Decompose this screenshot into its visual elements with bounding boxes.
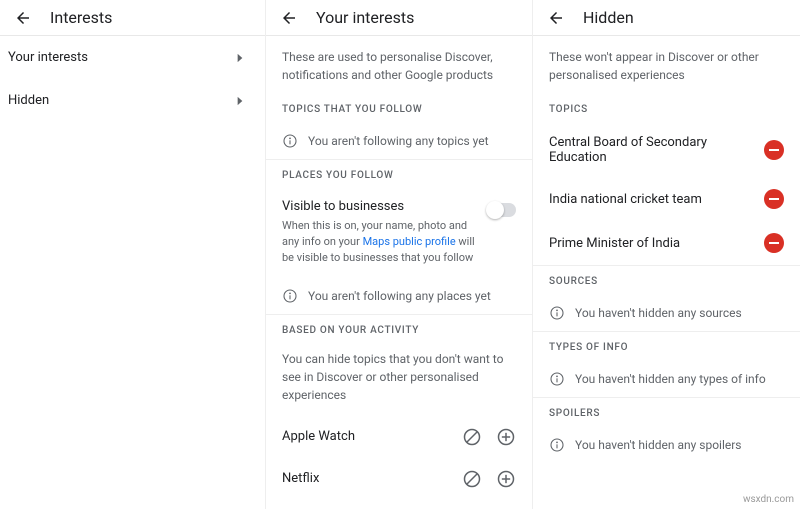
- topics-empty-row: You aren't following any topics yet: [266, 123, 532, 159]
- panel-your-interests: Your interests These are used to persona…: [266, 0, 533, 509]
- intro-text: These won't appear in Discover or other …: [533, 36, 800, 94]
- page-title: Your interests: [316, 8, 414, 27]
- nav-hidden[interactable]: Hidden: [0, 79, 265, 122]
- nav-list: Your interests Hidden: [0, 36, 265, 122]
- places-empty-row: You aren't following any places yet: [266, 278, 532, 314]
- remove-icon[interactable]: [764, 140, 784, 160]
- info-icon: [549, 305, 565, 321]
- add-icon[interactable]: [496, 469, 516, 489]
- hidden-topic-row: India national cricket team: [533, 177, 800, 221]
- hidden-topics-list: Central Board of Secondary Education Indi…: [533, 123, 800, 265]
- add-icon[interactable]: [496, 427, 516, 447]
- back-arrow-icon[interactable]: [14, 9, 32, 27]
- back-arrow-icon[interactable]: [547, 9, 565, 27]
- panel-hidden: Hidden These won't appear in Discover or…: [533, 0, 800, 509]
- section-types: TYPES OF INFO: [533, 332, 800, 361]
- hidden-topic-name: India national cricket team: [549, 192, 764, 207]
- hide-icon[interactable]: [462, 469, 482, 489]
- section-spoilers: SPOILERS: [533, 398, 800, 427]
- section-topics: TOPICS: [533, 94, 800, 123]
- hide-icon[interactable]: [462, 427, 482, 447]
- hidden-topic-name: Prime Minister of India: [549, 236, 764, 251]
- header: Interests: [0, 0, 265, 36]
- chevron-right-icon: [233, 94, 247, 108]
- info-icon: [282, 288, 298, 304]
- nav-label: Your interests: [8, 50, 88, 65]
- section-activity: BASED ON YOUR ACTIVITY: [266, 315, 532, 344]
- types-empty-row: You haven't hidden any types of info: [533, 361, 800, 397]
- empty-text: You haven't hidden any sources: [575, 306, 742, 320]
- activity-row: Apple Watch: [266, 416, 532, 458]
- page-title: Interests: [50, 8, 112, 27]
- activity-row: OnePlusCompany: [266, 500, 532, 509]
- header: Hidden: [533, 0, 800, 36]
- activity-name: Netflix: [282, 471, 319, 486]
- section-sources: SOURCES: [533, 266, 800, 295]
- empty-text: You haven't hidden any types of info: [575, 372, 766, 386]
- places-desc: When this is on, your name, photo and an…: [282, 218, 516, 266]
- activity-desc: You can hide topics that you don't want …: [266, 344, 532, 416]
- remove-icon[interactable]: [764, 189, 784, 209]
- activity-row: Netflix: [266, 458, 532, 500]
- visible-to-businesses: Visible to businesses When this is on, y…: [266, 189, 532, 278]
- sources-empty-row: You haven't hidden any sources: [533, 295, 800, 331]
- info-icon: [549, 437, 565, 453]
- intro-text: These are used to personalise Discover, …: [266, 36, 532, 94]
- hidden-topic-row: Prime Minister of India: [533, 221, 800, 265]
- header: Your interests: [266, 0, 532, 36]
- empty-text: You aren't following any topics yet: [308, 134, 489, 148]
- hidden-topic-row: Central Board of Secondary Education: [533, 123, 800, 177]
- maps-profile-link[interactable]: Maps public profile: [363, 235, 456, 248]
- chevron-right-icon: [233, 51, 247, 65]
- spoilers-empty-row: You haven't hidden any spoilers: [533, 427, 800, 463]
- page-title: Hidden: [583, 8, 634, 27]
- places-title: Visible to businesses: [282, 199, 516, 214]
- activity-name: Apple Watch: [282, 429, 355, 444]
- hidden-topic-name: Central Board of Secondary Education: [549, 135, 764, 165]
- visible-toggle[interactable]: [488, 203, 516, 217]
- empty-text: You haven't hidden any spoilers: [575, 438, 742, 452]
- empty-text: You aren't following any places yet: [308, 289, 491, 303]
- activity-list: Apple WatchNetflixOnePlusCompanyZoom Vid…: [266, 416, 532, 509]
- nav-your-interests[interactable]: Your interests: [0, 36, 265, 79]
- info-icon: [282, 133, 298, 149]
- panel-interests: Interests Your interests Hidden: [0, 0, 266, 509]
- section-places-follow: PLACES YOU FOLLOW: [266, 160, 532, 189]
- back-arrow-icon[interactable]: [280, 9, 298, 27]
- remove-icon[interactable]: [764, 233, 784, 253]
- nav-label: Hidden: [8, 93, 49, 108]
- watermark: wsxdn.com: [743, 494, 794, 505]
- section-topics-follow: TOPICS THAT YOU FOLLOW: [266, 94, 532, 123]
- info-icon: [549, 371, 565, 387]
